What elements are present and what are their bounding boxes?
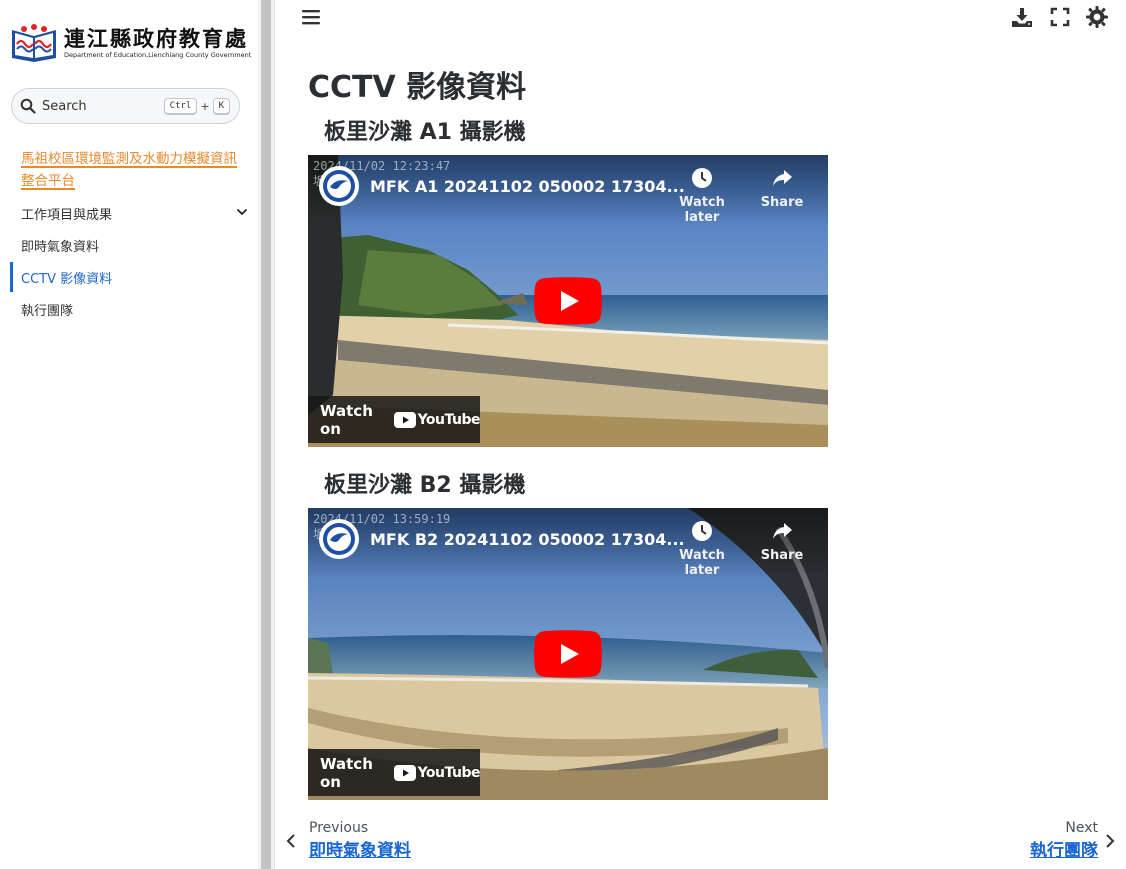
logo[interactable]: 連江縣政府教育處 Department of Education,Lienchi…: [10, 24, 251, 62]
share-button[interactable]: Share: [742, 167, 822, 210]
play-button-icon[interactable]: [534, 277, 602, 325]
watch-later-label: Watch later: [679, 195, 725, 225]
watch-later-button[interactable]: Watch later: [662, 167, 742, 225]
search-label: Search: [42, 98, 87, 114]
watch-on-youtube-button[interactable]: Watch on YouTube: [308, 396, 481, 443]
share-icon: [773, 523, 792, 539]
chevron-right-icon: [1106, 834, 1115, 848]
clock-icon: [692, 168, 712, 188]
search-icon: [20, 98, 36, 114]
sidebar-item-team[interactable]: 執行團隊: [21, 300, 73, 319]
next-label: Next: [1065, 820, 1098, 836]
sidebar: 連江縣政府教育處 Department of Education,Lienchi…: [0, 0, 258, 869]
youtube-video-a1[interactable]: 2024/11/02 12:23:47 坂里 A1 MFK A1 2024110…: [308, 155, 828, 447]
share-label: Share: [760, 195, 804, 210]
channel-avatar[interactable]: [319, 166, 359, 206]
fullscreen-icon[interactable]: [1048, 5, 1072, 29]
camera-heading-b2: 板里沙灘 B2 攝影機: [324, 473, 526, 498]
sidebar-item-weather[interactable]: 即時氣象資料: [21, 236, 99, 255]
channel-logo-icon: [323, 523, 355, 555]
channel-avatar[interactable]: [319, 519, 359, 559]
chevron-left-icon: [286, 834, 295, 848]
camera-heading-a1: 板里沙灘 A1 攝影機: [324, 120, 526, 145]
youtube-wordmark: YouTube: [417, 764, 481, 781]
play-button-icon[interactable]: [534, 630, 602, 678]
channel-logo-icon: [323, 170, 355, 202]
menu-icon[interactable]: [301, 8, 321, 26]
watch-on-label: Watch on: [320, 401, 373, 438]
book-logo-icon: [10, 24, 58, 62]
search-button[interactable]: Search Ctrl + K: [11, 88, 240, 124]
search-shortcut: Ctrl + K: [163, 98, 230, 114]
watch-later-label: Watch later: [679, 548, 725, 578]
kbd-k: K: [212, 98, 230, 114]
logo-title: 連江縣政府教育處: [64, 26, 248, 51]
clock-icon: [692, 521, 712, 541]
youtube-icon: [393, 764, 416, 781]
watch-on-label: Watch on: [320, 754, 373, 791]
watch-later-button[interactable]: Watch later: [662, 520, 742, 578]
video-title[interactable]: MFK A1 20241102 050002 17304...: [370, 177, 685, 196]
previous-label: Previous: [309, 820, 369, 836]
theme-icon[interactable]: [1085, 5, 1109, 29]
youtube-icon: [393, 411, 416, 428]
previous-page-link[interactable]: Previous 即時氣象資料: [285, 820, 411, 861]
divider: [274, 0, 275, 869]
share-label: Share: [760, 548, 804, 563]
kbd-ctrl: Ctrl: [163, 98, 198, 114]
sidebar-scrollbar-thumb[interactable]: [261, 0, 271, 869]
page-title: CCTV 影像資料: [308, 70, 527, 105]
logo-subtitle: Department of Education,Lienchiang Count…: [64, 50, 252, 59]
active-indicator: [10, 262, 13, 292]
previous-link-text[interactable]: 即時氣象資料: [309, 836, 411, 861]
youtube-logo: YouTube: [393, 764, 481, 781]
share-button[interactable]: Share: [742, 520, 822, 563]
site-title-link[interactable]: 馬祖校區環境監測及水動力模擬資訊整合平台: [21, 148, 241, 192]
next-link-text[interactable]: 執行團隊: [1030, 836, 1098, 861]
watch-on-youtube-button[interactable]: Watch on YouTube: [308, 749, 481, 796]
kbd-plus: +: [200, 99, 210, 113]
next-page-link[interactable]: Next 執行團隊: [1030, 820, 1116, 861]
youtube-wordmark: YouTube: [417, 411, 481, 428]
video-title[interactable]: MFK B2 20241102 050002 17304...: [370, 530, 685, 549]
youtube-logo: YouTube: [393, 411, 481, 428]
sidebar-item-work[interactable]: 工作項目與成果: [21, 204, 112, 223]
download-icon[interactable]: [1010, 5, 1034, 29]
share-icon: [773, 170, 792, 186]
chevron-down-icon[interactable]: [236, 206, 248, 218]
youtube-video-b2[interactable]: 2024/11/02 13:59:19 坂里 B2 MFK B2 2024110…: [308, 508, 828, 800]
sidebar-item-cctv[interactable]: CCTV 影像資料: [21, 268, 112, 287]
